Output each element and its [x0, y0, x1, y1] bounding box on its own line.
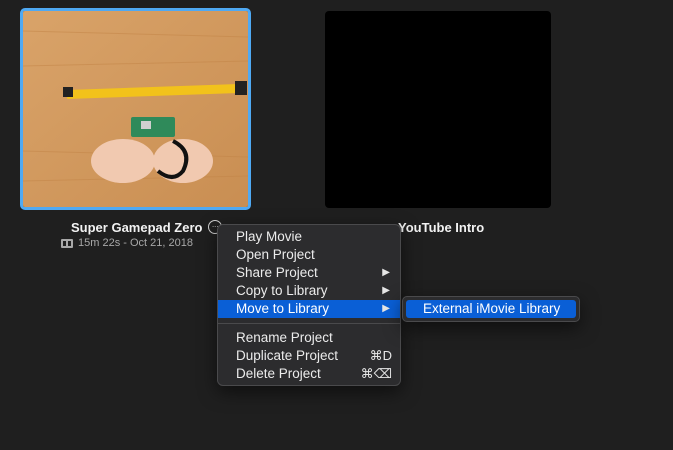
menu-item-duplicate-project[interactable]: Duplicate Project ⌘D — [218, 347, 400, 365]
submenu-arrow-icon: ▶ — [382, 285, 390, 296]
menu-item-copy-to-library[interactable]: Copy to Library ▶ — [218, 282, 400, 300]
project-duration-date: 15m 22s - Oct 21, 2018 — [78, 237, 193, 249]
menu-item-label: Open Project — [236, 247, 315, 262]
project-thumbnail-youtube-intro[interactable] — [325, 11, 551, 208]
menu-item-label: Rename Project — [236, 330, 333, 345]
submenu-item-external-imovie-library[interactable]: External iMovie Library — [406, 300, 576, 318]
menu-item-label: Play Movie — [236, 229, 303, 244]
project-meta: 15m 22s - Oct 21, 2018 — [61, 237, 193, 249]
menu-item-share-project[interactable]: Share Project ▶ — [218, 264, 400, 282]
project-thumbnail-super-gamepad-zero[interactable] — [20, 8, 251, 210]
context-menu: Play Movie Open Project Share Project ▶ … — [217, 224, 401, 386]
menu-item-label: Share Project — [236, 265, 318, 280]
menu-item-rename-project[interactable]: Rename Project — [218, 329, 400, 347]
menu-item-delete-project[interactable]: Delete Project ⌘⌫ — [218, 365, 400, 383]
menu-item-open-project[interactable]: Open Project — [218, 246, 400, 264]
menu-item-label: Copy to Library — [236, 283, 328, 298]
project-title[interactable]: Super Gamepad Zero — [71, 220, 202, 235]
project-title[interactable]: YouTube Intro — [398, 220, 484, 235]
menu-item-move-to-library[interactable]: Move to Library ▶ — [218, 300, 400, 318]
shortcut-label: ⌘⌫ — [360, 366, 392, 381]
submenu-arrow-icon: ▶ — [382, 267, 390, 278]
menu-separator — [218, 323, 400, 324]
submenu-arrow-icon: ▶ — [382, 303, 390, 314]
menu-item-label: Delete Project — [236, 366, 321, 381]
menu-item-label: Move to Library — [236, 301, 330, 316]
move-to-library-submenu: External iMovie Library — [402, 296, 580, 322]
shortcut-label: ⌘D — [369, 348, 392, 363]
menu-item-label: Duplicate Project — [236, 348, 339, 363]
menu-item-play-movie[interactable]: Play Movie — [218, 228, 400, 246]
thumbnail-image — [23, 11, 248, 207]
film-icon — [61, 238, 73, 248]
